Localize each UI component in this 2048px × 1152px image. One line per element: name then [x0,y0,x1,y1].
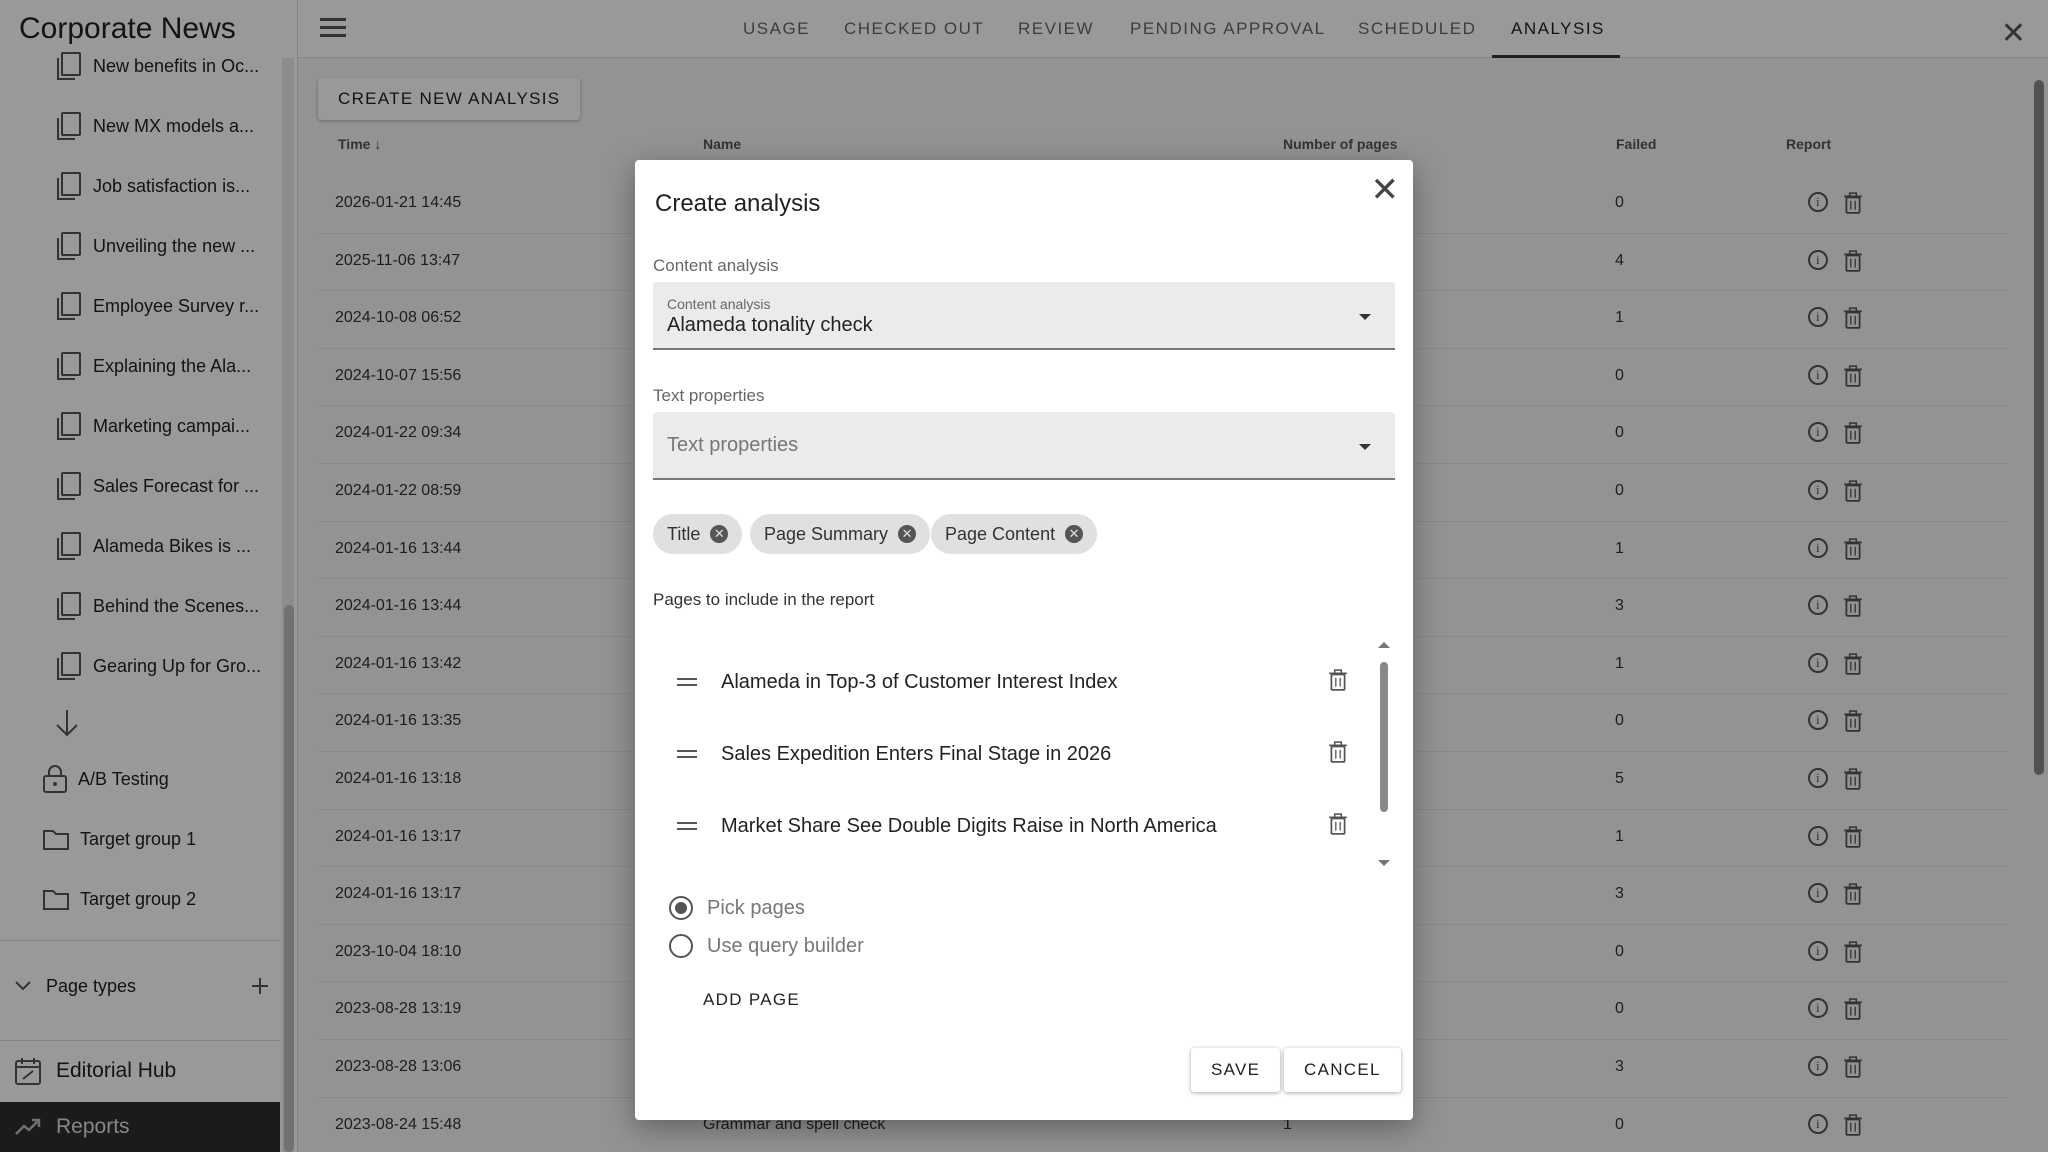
radio-button-checked[interactable] [669,896,693,920]
pages-section-label: Pages to include in the report [653,590,875,609]
delete-icon[interactable] [1329,668,1347,696]
chip-page-content: Page Content ✕ [931,514,1098,554]
content-analysis-section-label: Content analysis [653,256,779,275]
dialog-title: Create analysis [655,190,821,217]
content-analysis-value: Alameda tonality check [667,314,873,336]
dialog-close-icon[interactable]: ✕ [1371,170,1400,210]
selected-page-title: Alameda in Top-3 of Customer Interest In… [721,670,1118,693]
add-page-button[interactable]: ADD PAGE [703,990,800,1010]
content-analysis-field-label: Content analysis [667,296,771,312]
radio-label: Pick pages [707,896,805,919]
save-button[interactable]: SAVE [1191,1048,1281,1092]
create-analysis-dialog: Create analysis ✕ Content analysis Conte… [635,160,1413,1120]
selected-page-item[interactable]: Alameda in Top-3 of Customer Interest In… [653,646,1353,718]
list-scrollbar-thumb[interactable] [1380,662,1388,812]
chip-title: Title ✕ [653,514,743,554]
chip-label: Title [667,523,701,544]
radio-button[interactable] [669,934,693,958]
chip-label: Page Content [945,523,1056,544]
delete-icon[interactable] [1329,812,1347,840]
list-scroll-down-arrow[interactable] [1378,860,1390,866]
drag-handle-icon[interactable] [677,674,697,690]
dropdown-caret-icon [1359,444,1371,450]
drag-handle-icon[interactable] [677,818,697,834]
list-scroll-up-arrow[interactable] [1378,642,1390,648]
dropdown-caret-icon [1359,314,1371,320]
radio-label: Use query builder [707,934,864,957]
chip-page-summary: Page Summary ✕ [750,514,931,554]
selected-page-item[interactable]: Sales Expedition Enters Final Stage in 2… [653,718,1353,790]
cancel-button[interactable]: CANCEL [1284,1048,1401,1092]
drag-handle-icon[interactable] [677,746,697,762]
radio-use-query-builder[interactable]: Use query builder [669,934,864,958]
chip-remove-icon[interactable]: ✕ [710,525,729,543]
chip-remove-icon[interactable]: ✕ [1065,525,1084,543]
chip-remove-icon[interactable]: ✕ [898,525,917,543]
text-properties-select[interactable]: Text properties [653,412,1395,480]
selected-page-item[interactable]: Market Share See Double Digits Raise in … [653,790,1353,862]
selected-page-title: Sales Expedition Enters Final Stage in 2… [721,742,1112,765]
content-analysis-select[interactable]: Content analysis Alameda tonality check [653,282,1395,350]
selected-page-title: Market Share See Double Digits Raise in … [721,814,1217,837]
chip-label: Page Summary [764,523,889,544]
radio-pick-pages[interactable]: Pick pages [669,896,805,920]
text-properties-placeholder: Text properties [667,434,799,456]
text-properties-section-label: Text properties [653,386,765,405]
delete-icon[interactable] [1329,740,1347,768]
